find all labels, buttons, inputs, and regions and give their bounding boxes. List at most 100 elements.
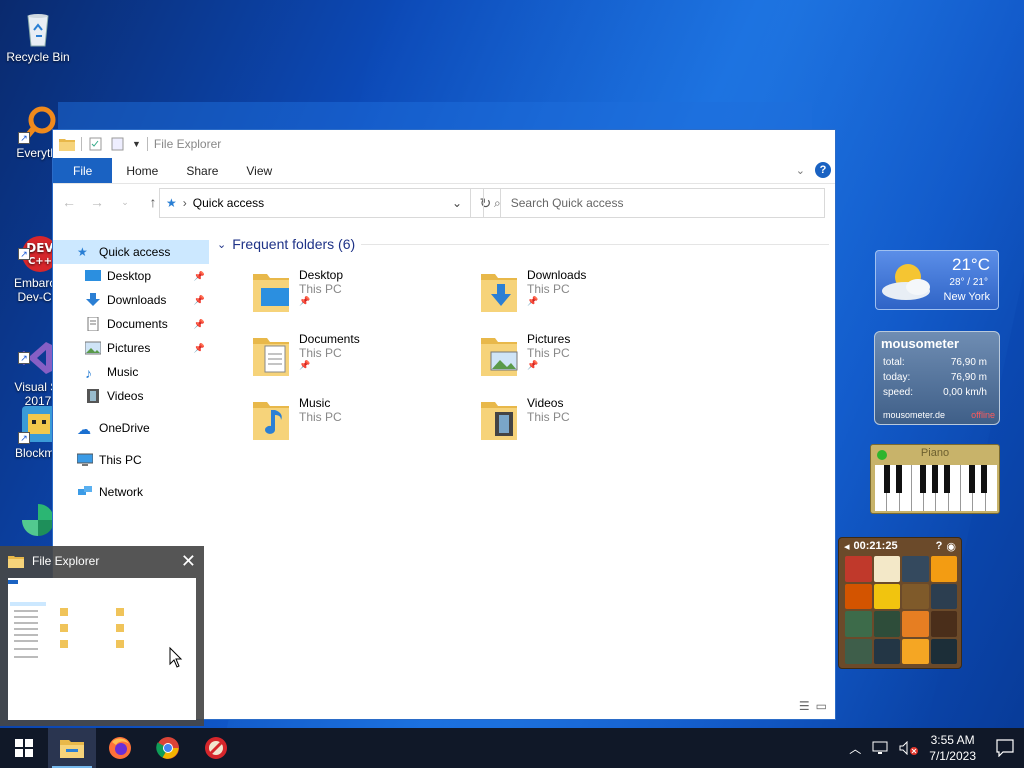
nav-item-network[interactable]: Network <box>53 480 209 504</box>
group-header-frequent-folders[interactable]: ⌄ Frequent folders (6) <box>213 230 833 258</box>
large-icons-view-icon[interactable]: ▭ <box>816 699 827 713</box>
folder-location: This PC <box>299 346 342 360</box>
collapse-chevron-icon[interactable]: ⌄ <box>217 238 226 251</box>
puzzle-grid[interactable] <box>845 556 957 664</box>
nav-item-this-pc[interactable]: This PC <box>53 448 209 472</box>
nav-item-quick-access[interactable]: ★ Quick access <box>53 240 209 264</box>
new-folder-icon[interactable] <box>110 137 126 151</box>
taskbar-clock[interactable]: 3:55 AM 7/1/2023 <box>929 732 976 764</box>
documents-folder-icon <box>253 338 289 376</box>
pin-icon[interactable]: 📌 <box>194 343 205 354</box>
mousometer-gadget[interactable]: mousometer total: 76,90 m today: 76,90 m s… <box>874 331 1000 425</box>
puzzle-tile[interactable] <box>845 556 872 582</box>
puzzle-tile[interactable] <box>845 638 872 664</box>
taskbar-firefox[interactable] <box>96 728 144 768</box>
mousometer-status[interactable]: offline <box>971 410 995 420</box>
puzzle-back-icon[interactable]: ◂ <box>844 540 850 553</box>
onedrive-cloud-icon: ☁ <box>77 421 91 437</box>
network-icon <box>78 486 92 495</box>
nav-item-videos[interactable]: Videos <box>53 384 209 408</box>
taskbar-thumbnail-preview[interactable]: File Explorer ✕ <box>0 546 204 726</box>
puzzle-tile[interactable] <box>902 583 929 609</box>
tab-view[interactable]: View <box>232 158 286 183</box>
piano-black-key[interactable] <box>896 465 902 493</box>
pin-icon[interactable]: 📌 <box>194 295 205 306</box>
puzzle-tile[interactable] <box>930 556 957 582</box>
start-button[interactable] <box>0 728 48 768</box>
piano-black-key[interactable] <box>944 465 950 493</box>
separator <box>81 137 82 151</box>
folder-tile-music[interactable]: Music This PC <box>251 396 471 452</box>
taskbar-file-explorer[interactable] <box>48 728 96 768</box>
puzzle-help-icon[interactable]: ? <box>936 540 943 552</box>
puzzle-tile[interactable] <box>845 583 872 609</box>
puzzle-tile[interactable] <box>873 611 900 637</box>
puzzle-tile[interactable] <box>873 583 900 609</box>
quick-access-toolbar-dropdown-icon[interactable]: ▼ <box>132 139 141 149</box>
expand-ribbon-chevron-icon[interactable]: ⌄ <box>796 164 805 177</box>
address-dropdown-icon[interactable]: ⌄ <box>452 196 462 210</box>
puzzle-tile[interactable] <box>902 556 929 582</box>
close-icon[interactable]: ✕ <box>181 551 196 572</box>
show-hidden-icons-chevron-icon[interactable]: ︿ <box>849 740 861 757</box>
search-box[interactable]: ⌕ Search Quick access <box>483 188 825 218</box>
help-icon[interactable]: ? <box>815 162 831 178</box>
pin-icon[interactable]: 📌 <box>194 319 205 330</box>
piano-white-key[interactable] <box>949 465 962 511</box>
thumbnail-window-preview[interactable] <box>8 578 196 720</box>
nav-item-documents[interactable]: Documents 📌 <box>53 312 209 336</box>
action-center-icon[interactable] <box>996 739 1014 757</box>
svg-text:DEV: DEV <box>26 241 54 255</box>
piano-black-key[interactable] <box>981 465 987 493</box>
total-value: 76,90 m <box>950 357 987 368</box>
picture-puzzle-gadget[interactable]: ◂ 00:21:25 ? ◉ <box>838 537 962 669</box>
puzzle-tile[interactable] <box>930 583 957 609</box>
piano-black-key[interactable] <box>969 465 975 493</box>
tab-share[interactable]: Share <box>172 158 232 183</box>
nav-item-music[interactable]: ♪ Music <box>53 360 209 384</box>
network-status-icon[interactable] <box>871 741 889 755</box>
puzzle-tile[interactable] <box>902 638 929 664</box>
folder-tile-videos[interactable]: Videos This PC <box>479 396 699 452</box>
folder-tile-desktop[interactable]: Desktop This PC 📌 <box>251 268 471 324</box>
address-bar[interactable]: ★ › Quick access ⌄ <box>159 188 471 218</box>
piano-keyboard[interactable] <box>875 465 997 511</box>
folder-tile-downloads[interactable]: Downloads This PC 📌 <box>479 268 699 324</box>
piano-gadget[interactable]: Piano <box>870 444 1000 514</box>
nav-item-label: OneDrive <box>99 421 150 435</box>
piano-black-key[interactable] <box>884 465 890 493</box>
volume-muted-icon[interactable] <box>899 741 919 755</box>
shortcut-arrow-icon: ↗ <box>18 132 30 144</box>
puzzle-tile[interactable] <box>902 611 929 637</box>
piano-black-key[interactable] <box>932 465 938 493</box>
tab-home[interactable]: Home <box>112 158 172 183</box>
back-arrow-icon[interactable]: ← <box>59 194 79 210</box>
folder-tile-documents[interactable]: Documents This PC 📌 <box>251 332 471 388</box>
puzzle-tile[interactable] <box>930 638 957 664</box>
desktop-icon-recycle-bin[interactable]: Recycle Bin <box>2 8 74 64</box>
puzzle-tile[interactable] <box>930 611 957 637</box>
pin-icon[interactable]: 📌 <box>194 271 205 282</box>
puzzle-tile[interactable] <box>845 611 872 637</box>
title-bar[interactable]: ▼ File Explorer <box>53 130 835 158</box>
tab-file[interactable]: File <box>53 158 113 183</box>
taskbar-chrome[interactable] <box>144 728 192 768</box>
nav-item-desktop[interactable]: Desktop 📌 <box>53 264 209 288</box>
mousometer-total-row: total: 76,90 m <box>883 357 987 368</box>
folder-tile-pictures[interactable]: Pictures This PC 📌 <box>479 332 699 388</box>
puzzle-tile[interactable] <box>873 638 900 664</box>
recent-locations-chevron-icon[interactable]: ⌄ <box>115 197 135 208</box>
piano-black-key[interactable] <box>920 465 926 493</box>
taskbar-app[interactable] <box>192 728 240 768</box>
nav-item-downloads[interactable]: Downloads 📌 <box>53 288 209 312</box>
nav-item-onedrive[interactable]: ☁ OneDrive <box>53 416 209 440</box>
piano-white-key[interactable] <box>986 465 997 511</box>
puzzle-picture-icon[interactable]: ◉ <box>946 540 956 553</box>
nav-item-pictures[interactable]: Pictures 📌 <box>53 336 209 360</box>
forward-arrow-icon[interactable]: → <box>87 194 107 210</box>
properties-icon[interactable] <box>88 137 104 151</box>
weather-gadget[interactable]: 21°C 28° / 21° New York <box>875 250 999 310</box>
details-view-icon[interactable]: ☰ <box>799 699 810 713</box>
mousometer-site-link[interactable]: mousometer.de <box>883 410 945 420</box>
puzzle-tile[interactable] <box>873 556 900 582</box>
